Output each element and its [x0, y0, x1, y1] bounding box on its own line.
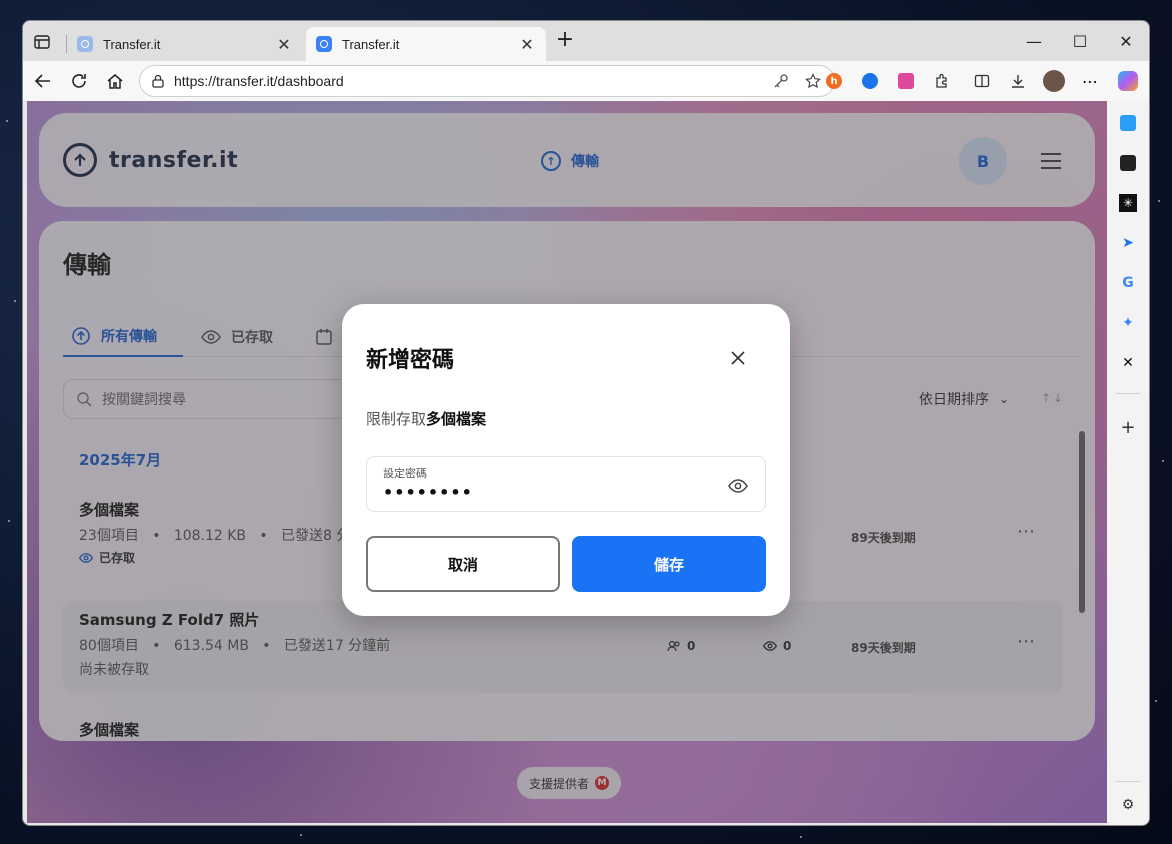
lock-icon[interactable] — [150, 73, 166, 89]
tab-title: Transfer.it — [103, 36, 161, 52]
close-icon[interactable] — [724, 344, 752, 372]
browser-tab-2[interactable]: Transfer.it ✕ — [306, 27, 546, 61]
close-window-icon[interactable]: ✕ — [1103, 21, 1149, 61]
browser-tab-1[interactable]: Transfer.it ✕ — [67, 27, 303, 61]
browser-toolbar: https://transfer.it/dashboard h ⋯ — [23, 61, 1149, 101]
sidebar-divider — [1116, 393, 1140, 394]
transfer-favicon-icon — [77, 36, 93, 52]
dialog-title: 新增密碼 — [366, 348, 455, 373]
cancel-button[interactable]: 取消 — [366, 536, 560, 592]
split-screen-icon[interactable] — [971, 70, 993, 92]
save-button[interactable]: 儲存 — [572, 536, 766, 592]
window-controls: — ☐ ✕ — [1011, 21, 1149, 61]
password-field[interactable]: 設定密碼 •••••••• — [366, 456, 766, 512]
sidebar-edit-image-icon[interactable] — [1118, 113, 1138, 133]
tab-close-icon[interactable]: ✕ — [518, 35, 536, 54]
sidebar-x-icon[interactable]: ✕ — [1118, 353, 1138, 373]
tab-actions-icon[interactable] — [31, 31, 53, 53]
new-tab-button[interactable]: + — [553, 29, 577, 53]
dialog-subtitle: 限制存取多個檔案 — [366, 410, 487, 428]
sidebar-gemini-icon[interactable]: ✦ — [1118, 313, 1138, 333]
downloads-icon[interactable] — [1007, 70, 1029, 92]
tab-close-icon[interactable]: ✕ — [275, 35, 293, 54]
add-password-dialog: 新增密碼 限制存取多個檔案 設定密碼 •••••••• 取消 儲存 — [342, 304, 790, 616]
sidebar-settings-gear-icon[interactable]: ⚙ — [1118, 795, 1138, 815]
address-bar[interactable]: https://transfer.it/dashboard — [139, 65, 835, 97]
back-icon[interactable] — [31, 69, 55, 93]
url-text[interactable]: https://transfer.it/dashboard — [174, 73, 770, 89]
maximize-icon[interactable]: ☐ — [1057, 21, 1103, 61]
favorite-star-icon[interactable] — [802, 70, 824, 92]
sidebar-chatgpt-icon[interactable] — [1118, 153, 1138, 173]
sidebar-perplexity-icon[interactable]: ✳ — [1118, 193, 1138, 213]
home-icon[interactable] — [103, 69, 127, 93]
extensions-puzzle-icon[interactable] — [931, 70, 953, 92]
password-value[interactable]: •••••••• — [383, 483, 473, 502]
title-bar: Transfer.it ✕ Transfer.it ✕ + — ☐ ✕ — [23, 21, 1149, 61]
extension-g-icon[interactable] — [859, 70, 881, 92]
show-password-eye-icon[interactable] — [727, 475, 749, 497]
extension-translate-icon[interactable] — [895, 70, 917, 92]
tab-title: Transfer.it — [342, 36, 400, 52]
key-icon[interactable] — [770, 70, 792, 92]
minimize-icon[interactable]: — — [1011, 21, 1057, 61]
profile-avatar-icon[interactable] — [1043, 70, 1065, 92]
reload-icon[interactable] — [67, 69, 91, 93]
sidebar-google-icon[interactable]: G — [1118, 273, 1138, 293]
transfer-favicon-icon — [316, 36, 332, 52]
extension-honey-icon[interactable]: h — [823, 70, 845, 92]
password-label: 設定密碼 — [383, 467, 427, 480]
scrollbar[interactable] — [1079, 431, 1085, 613]
sidebar-add-icon[interactable]: + — [1118, 417, 1138, 438]
sidebar-divider — [1116, 781, 1140, 782]
sidebar-telegram-icon[interactable]: ➤ — [1118, 233, 1138, 253]
edge-sidebar: ✳ ➤ G ✦ ✕ + ⚙ — [1105, 101, 1149, 825]
copilot-icon[interactable] — [1117, 70, 1139, 92]
settings-more-icon[interactable]: ⋯ — [1079, 70, 1101, 92]
